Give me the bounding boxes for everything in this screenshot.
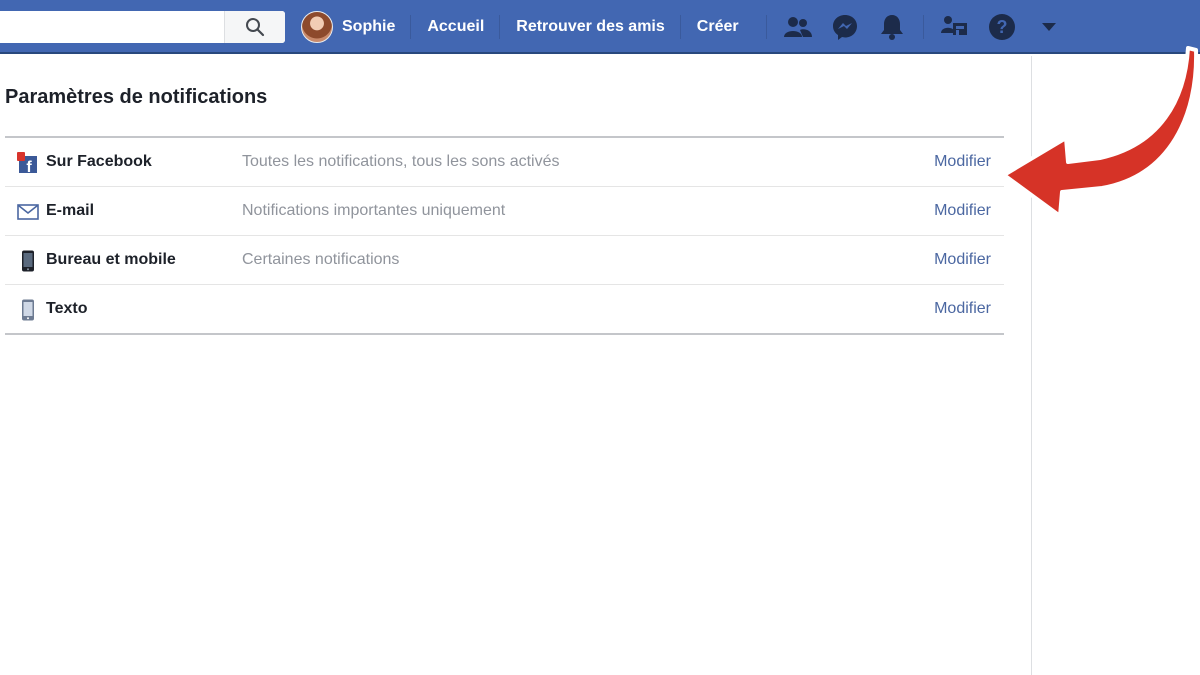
dropdown-arrow-icon (1042, 23, 1056, 31)
nav-create-label: Créer (696, 18, 739, 35)
search-box (0, 11, 285, 43)
row-label: E-mail (46, 202, 95, 219)
nav-find-friends-label: Retrouver des amis (516, 18, 665, 35)
settings-row-desktop-mobile: Bureau et mobile Certaines notifications… (5, 236, 1004, 285)
notification-settings-table: f Sur Facebook Toutes les notifications,… (5, 136, 1004, 335)
svg-text:?: ? (997, 17, 1008, 37)
search-icon (246, 18, 265, 37)
avatar (301, 11, 333, 43)
annotation-arrow-icon (1002, 46, 1199, 218)
row-label: Bureau et mobile (46, 251, 176, 268)
edit-desktop-mobile-link[interactable]: Modifier (934, 251, 991, 269)
messenger-icon (833, 15, 857, 40)
nav-create[interactable]: Créer (681, 0, 755, 54)
page-title: Paramètres de notifications (5, 86, 268, 108)
profile-link[interactable]: Sophie (299, 0, 412, 54)
nav-home[interactable]: Accueil (411, 0, 501, 54)
sms-phone-icon (17, 299, 39, 321)
divider (923, 15, 924, 39)
settings-row-on-facebook: f Sur Facebook Toutes les notifications,… (5, 138, 1004, 187)
search-input[interactable] (0, 11, 225, 43)
find-friends-button[interactable] (939, 11, 971, 43)
edit-on-facebook-link[interactable]: Modifier (934, 153, 991, 171)
facebook-notification-icon: f (17, 152, 39, 174)
main-nav: Sophie Accueil Retrouver des amis Créer (299, 0, 755, 54)
messenger-button[interactable] (829, 11, 861, 43)
friend-requests-button[interactable] (782, 11, 814, 43)
notifications-button[interactable] (876, 11, 908, 43)
edit-email-link[interactable]: Modifier (934, 202, 991, 220)
friends-icon (784, 17, 812, 37)
nav-home-label: Accueil (427, 18, 485, 35)
row-description: Toutes les notifications, tous les sons … (242, 153, 560, 170)
account-menu-button[interactable] (1033, 11, 1065, 43)
svg-text:f: f (26, 159, 32, 174)
nav-find-friends[interactable]: Retrouver des amis (500, 0, 681, 54)
row-description: Certaines notifications (242, 251, 400, 268)
row-label: Texto (46, 300, 88, 317)
search-button[interactable] (224, 11, 285, 43)
phone-icon (17, 250, 39, 272)
divider (766, 15, 767, 39)
settings-row-sms: Texto Modifier (5, 285, 1004, 333)
edit-sms-link[interactable]: Modifier (934, 300, 991, 318)
row-label: Sur Facebook (46, 153, 152, 170)
notifications-bell-icon (881, 15, 903, 40)
row-description: Notifications importantes uniquement (242, 202, 506, 219)
envelope-icon (17, 201, 39, 223)
find-friends-icon (941, 16, 967, 35)
settings-row-email: E-mail Notifications importantes uniquem… (5, 187, 1004, 236)
help-icon: ? (989, 14, 1015, 40)
help-button[interactable]: ? (986, 11, 1018, 43)
profile-name: Sophie (342, 18, 396, 35)
